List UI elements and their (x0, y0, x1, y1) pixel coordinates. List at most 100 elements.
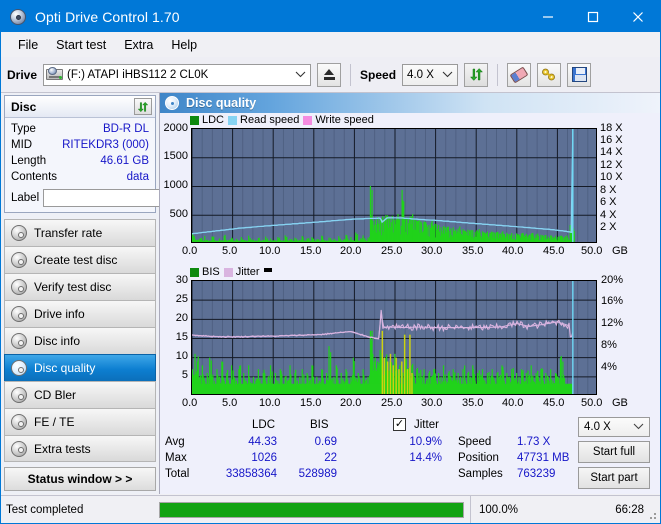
sidebar-item-create-test-disc[interactable]: Create test disc (4, 246, 156, 273)
progress-percent: 100.0% (470, 495, 548, 523)
legend-swatch-write-speed (303, 115, 313, 125)
disc-icon (11, 387, 27, 403)
menu-help[interactable]: Help (162, 36, 206, 54)
bis-y2tick-12pct: 12% (601, 317, 624, 329)
ldc-chart: LDC Read speed Write speed 2000 1500 100… (160, 113, 660, 261)
refresh-button[interactable] (464, 62, 489, 87)
app-disc-icon (9, 8, 27, 26)
legend-bis: BIS (190, 266, 220, 278)
resize-grip-icon[interactable] (647, 510, 657, 520)
stats-ldc-total: 33858364 (225, 468, 277, 480)
minimize-icon[interactable] (525, 1, 570, 32)
bis-xtick-25: 25.0 (381, 397, 403, 409)
sidebar-item-label: CD Bler (34, 388, 77, 402)
stats-col-bis: BIS (310, 419, 329, 431)
bis-ytick-20: 20 (175, 312, 188, 324)
ldc-y2tick-16x: 16 X (600, 134, 623, 146)
speed-select-value: 4.0 X (407, 68, 434, 81)
sidebar-item-fe-te[interactable]: FE / TE (4, 408, 156, 435)
maximize-icon[interactable] (570, 1, 615, 32)
drive-select-value: (F:) ATAPI iHBS112 2 CL0K (67, 68, 209, 81)
bis-ytick-15: 15 (175, 331, 188, 343)
close-icon[interactable] (615, 1, 660, 32)
test-speed-select[interactable]: 4.0 X (578, 417, 650, 437)
legend-marker-black (263, 267, 272, 272)
ldc-plot-area (191, 128, 597, 243)
sidebar-item-transfer-rate[interactable]: Transfer rate (4, 219, 156, 246)
window-title: Opti Drive Control 1.70 (35, 8, 180, 25)
sidebar-item-drive-info[interactable]: Drive info (4, 300, 156, 327)
sidebar-item-verify-test-disc[interactable]: Verify test disc (4, 273, 156, 300)
ldc-chart-legend: LDC Read speed Write speed (190, 114, 374, 126)
toolbar-divider-1 (350, 63, 352, 86)
legend-write-speed: Write speed (303, 114, 374, 126)
legend-label-read-speed: Read speed (240, 114, 300, 126)
ldc-y2tick-18x: 18 X (600, 122, 623, 134)
disc-refresh-button[interactable] (134, 98, 152, 115)
ldc-y2tick-12x: 12 X (600, 159, 623, 171)
legend-swatch-jitter (223, 267, 233, 277)
refresh-arrows-icon (469, 68, 483, 81)
bis-xtick-5: 5.0 (222, 397, 238, 409)
drive-select[interactable]: (F:) ATAPI iHBS112 2 CL0K (43, 63, 312, 86)
ldc-xtick-10: 10.0 (259, 245, 281, 257)
bis-chart-legend: BIS Jitter (190, 266, 272, 278)
ldc-xtick-45: 45.0 (543, 245, 565, 257)
bis-jitter-chart: BIS Jitter 30 25 20 15 10 5 20% 16% 12% … (160, 265, 660, 415)
save-button[interactable] (567, 62, 592, 87)
page-title: Disc quality (186, 96, 257, 110)
sidebar-nav: Transfer rate Create test disc Verify te… (4, 219, 156, 462)
bis-xtick-30: 30.0 (421, 397, 443, 409)
menu-extra[interactable]: Extra (115, 36, 162, 54)
content-panel: Disc quality LDC Read speed Write speed … (159, 93, 660, 494)
stats-speed-label: Speed (458, 436, 492, 448)
speed-select[interactable]: 4.0 X (402, 63, 459, 86)
sidebar-item-extra-tests[interactable]: Extra tests (4, 435, 156, 462)
legend-jitter: Jitter (223, 266, 260, 278)
title-bar: Opti Drive Control 1.70 (1, 1, 660, 32)
disc-info-rows: Type BD-R DL MID RITEKDR3 (000) Length 4… (5, 118, 246, 212)
sidebar-item-cd-bler[interactable]: CD Bler (4, 381, 156, 408)
disc-row-mid: MID RITEKDR3 (000) (11, 137, 149, 153)
legend-swatch-ldc (190, 115, 199, 125)
status-bar: Test completed 100.0% 66:28 (1, 495, 660, 523)
disc-icon (11, 414, 27, 430)
tools-button[interactable] (537, 62, 562, 87)
jitter-checkbox[interactable]: ✓ (393, 418, 406, 431)
disc-label-caption: Label (11, 191, 40, 204)
toolbar-divider-2 (497, 63, 499, 86)
ldc-xaxis-unit: GB (612, 245, 628, 257)
sidebar-item-label: Disc info (34, 334, 81, 348)
stats-bis-max: 22 (324, 452, 337, 464)
bis-y2tick-16pct: 16% (601, 295, 624, 307)
menu-start-test[interactable]: Start test (47, 36, 115, 54)
bis-xtick-20: 20.0 (340, 397, 362, 409)
stats-bis-avg: 0.69 (314, 436, 337, 448)
eject-button[interactable] (317, 62, 342, 87)
stats-bis-total: 528989 (298, 468, 337, 480)
test-speed-select-value: 4.0 X (584, 421, 611, 433)
ldc-y2tick-2x: 2 X (600, 221, 617, 233)
sidebar-item-disc-info[interactable]: Disc info (4, 327, 156, 354)
start-full-button[interactable]: Start full (578, 441, 650, 463)
disc-panel-header: Disc (5, 96, 155, 118)
sidebar-item-disc-quality[interactable]: Disc quality (4, 354, 156, 381)
sidebar-item-label: Create test disc (34, 253, 118, 267)
menu-file[interactable]: File (9, 36, 47, 54)
status-message: Test completed (6, 503, 84, 516)
disc-row-length-label: Length (11, 155, 47, 167)
sidebar-item-label: FE / TE (34, 415, 75, 429)
bis-xtick-45: 45.0 (543, 397, 565, 409)
charts-area: LDC Read speed Write speed 2000 1500 100… (160, 113, 660, 415)
disc-row-mid-value: RITEKDR3 (000) (62, 139, 149, 151)
floppy-disk-icon (571, 67, 587, 82)
status-window-button[interactable]: Status window > > (4, 467, 156, 491)
speed-label: Speed (360, 67, 397, 82)
ldc-xtick-40: 40.0 (502, 245, 524, 257)
erase-button[interactable] (507, 62, 532, 87)
legend-ldc: LDC (190, 114, 224, 126)
ldc-xtick-15: 15.0 (300, 245, 322, 257)
start-part-button[interactable]: Start part (578, 467, 650, 489)
legend-label-jitter: Jitter (235, 266, 260, 278)
bis-ytick-10: 10 (175, 350, 188, 362)
